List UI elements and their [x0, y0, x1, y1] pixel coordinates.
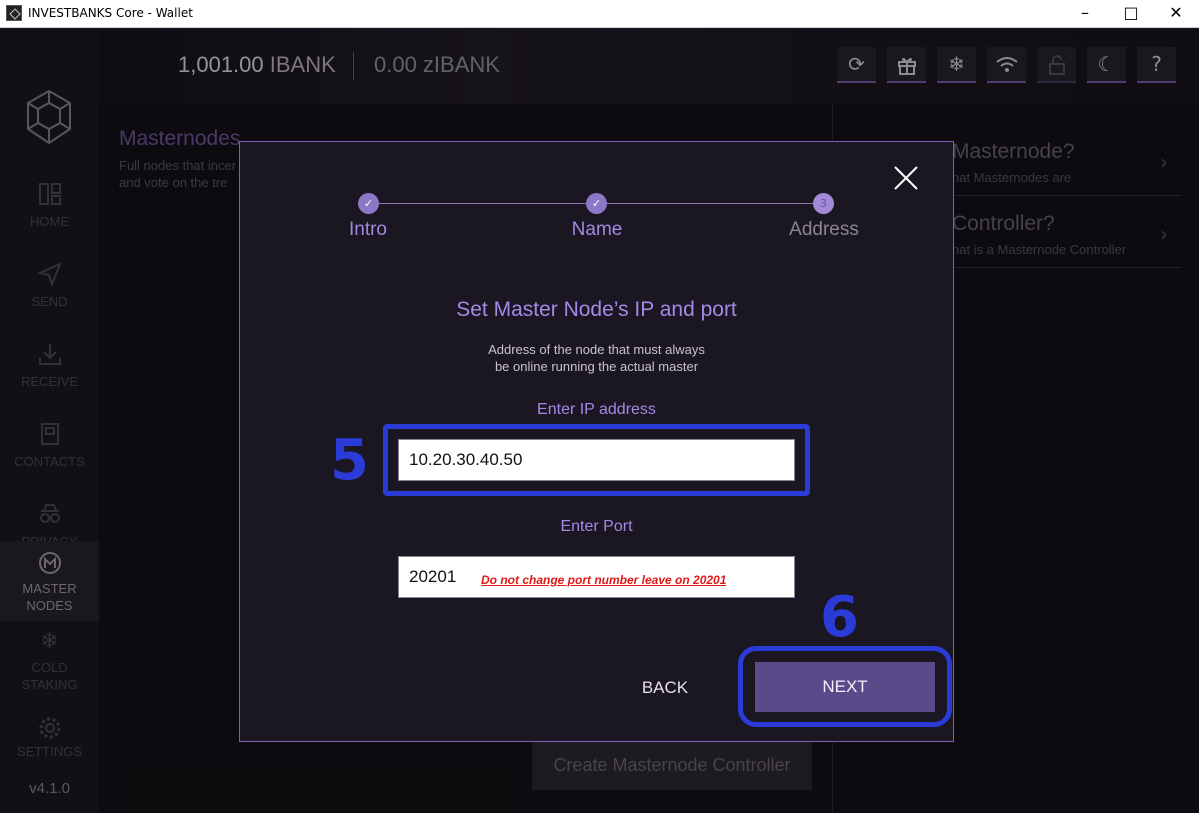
next-button[interactable]: NEXT: [755, 662, 935, 712]
dialog-subtitle: Address of the node that must always be …: [239, 341, 954, 375]
port-warning-note: Do not change port number leave on 20201: [481, 573, 727, 587]
annotation-step-6: 6: [820, 585, 859, 650]
annotation-step-5: 5: [330, 428, 369, 493]
ip-address-input[interactable]: 10.20.30.40.50: [398, 439, 795, 481]
dialog-subtitle-line2: be online running the actual master: [494, 359, 699, 374]
back-button[interactable]: BACK: [615, 670, 715, 706]
step-address-number: 3: [813, 193, 834, 214]
step-label-name: Name: [571, 219, 623, 240]
step-label-intro: Intro: [348, 219, 388, 240]
step-connector: [379, 203, 586, 204]
step-name-check-icon: ✓: [586, 193, 607, 214]
close-window-button[interactable]: ✕: [1153, 0, 1199, 28]
maximize-button[interactable]: □: [1108, 0, 1154, 28]
dialog-subtitle-line1: Address of the node that must always: [488, 342, 705, 357]
window-title: INVESTBANKS Core - Wallet: [28, 6, 193, 20]
window-titlebar: INVESTBANKS Core - Wallet – □ ✕: [0, 0, 1199, 28]
step-label-address: Address: [789, 219, 859, 240]
port-label: Enter Port: [560, 518, 633, 535]
app-icon: [6, 5, 22, 21]
step-connector: [607, 203, 814, 204]
ip-label: Enter IP address: [537, 401, 656, 418]
minimize-button[interactable]: –: [1062, 0, 1108, 28]
dialog-title: Set Master Node’s IP and port: [456, 298, 737, 321]
close-icon[interactable]: [892, 164, 920, 192]
step-intro-check-icon: ✓: [358, 193, 379, 214]
